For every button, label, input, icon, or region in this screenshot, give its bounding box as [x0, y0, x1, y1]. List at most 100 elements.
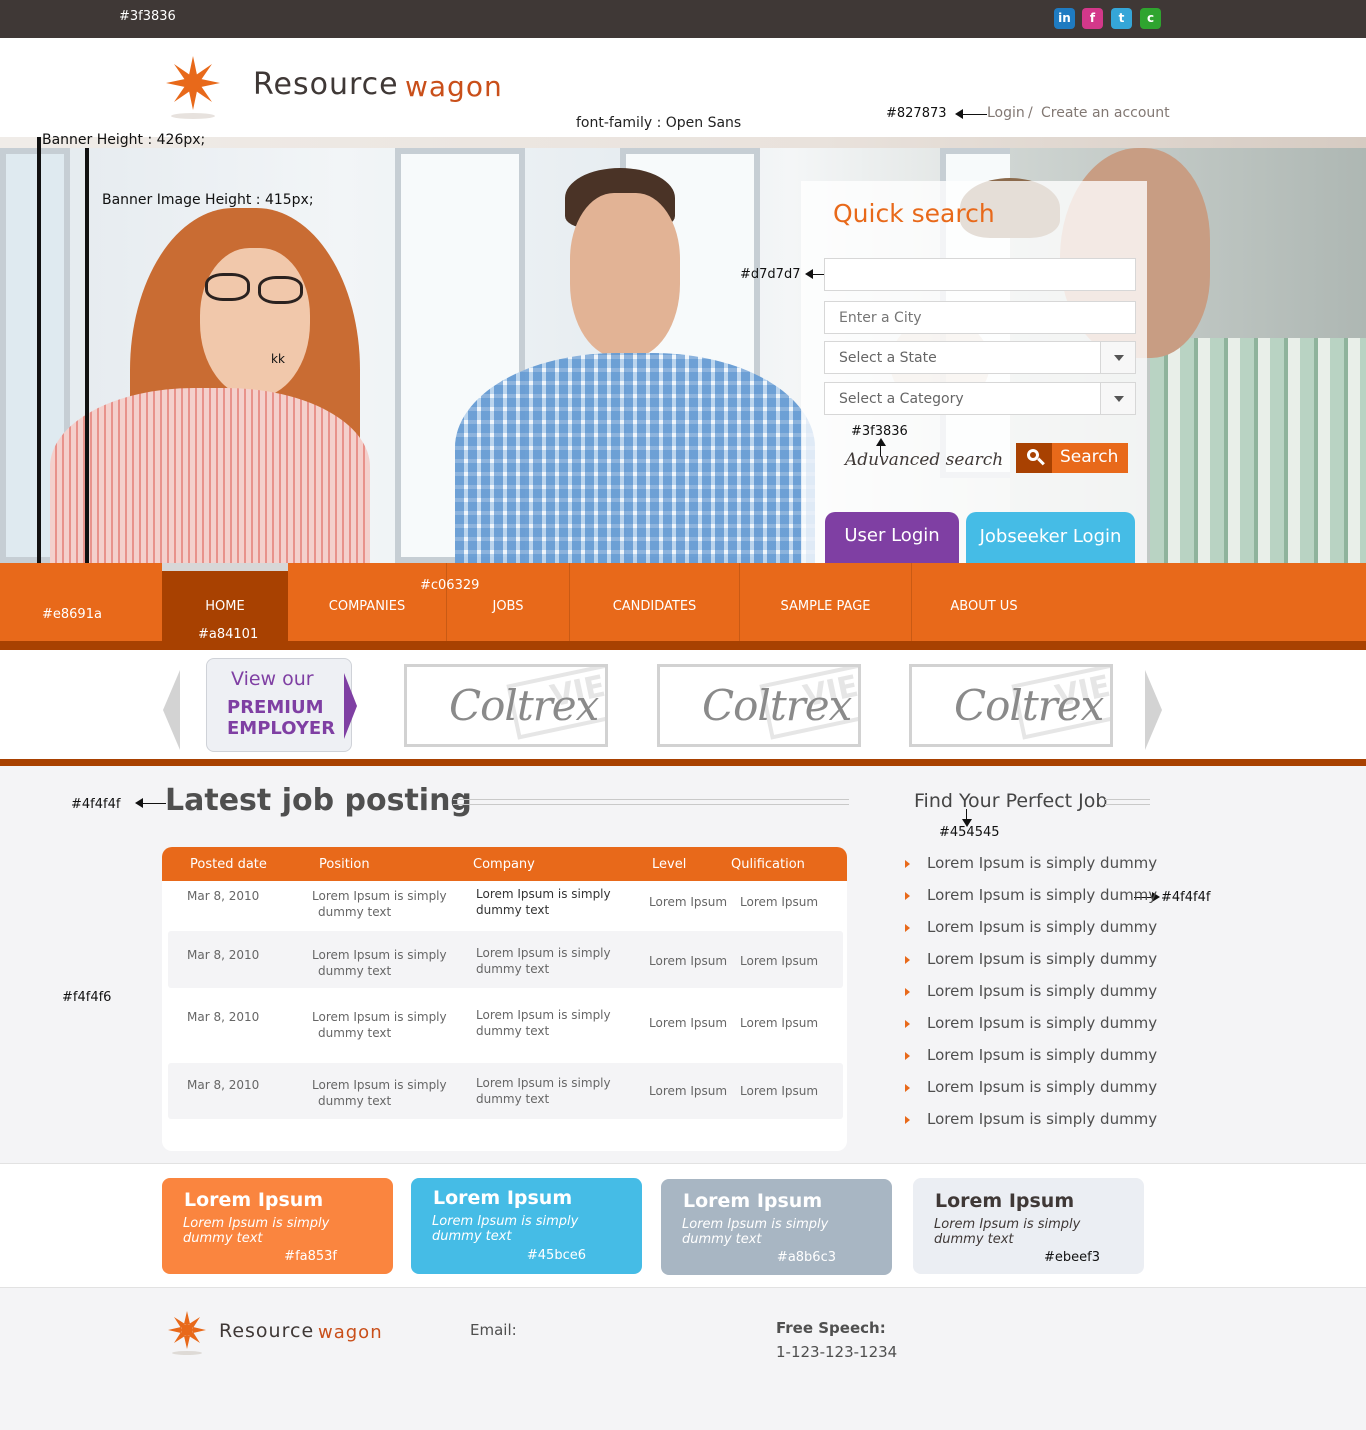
banner-woman-shirt: [50, 388, 370, 563]
premium-arrow-icon: [344, 673, 357, 739]
latest-job-posting-title: Latest job posting: [165, 783, 472, 818]
jobseeker-login-tab[interactable]: Jobseeker Login: [966, 512, 1135, 563]
find-job-link[interactable]: Lorem Ipsum is simply dummy: [927, 854, 1157, 872]
nav-item-jobs[interactable]: JOBS: [447, 563, 570, 641]
cell-company: Lorem Ipsum is simply: [476, 1076, 611, 1090]
category-select-value: Select a Category: [839, 391, 964, 407]
bullet-arrow-icon: [905, 956, 910, 964]
column-header[interactable]: Level: [652, 857, 686, 872]
bullet-arrow-icon: [905, 988, 910, 996]
carousel-next-icon[interactable]: [1145, 670, 1162, 750]
cell-company: Lorem Ipsum is simply: [476, 946, 611, 960]
employer-logo-name: Coltrex: [954, 681, 1104, 730]
chat-icon[interactable]: c: [1140, 8, 1161, 29]
column-header[interactable]: Qulification: [731, 857, 805, 872]
footer-logo-flower-icon[interactable]: [164, 1308, 210, 1358]
nav-item-companies[interactable]: COMPANIES: [288, 563, 447, 641]
banner-man-shirt-pattern: [455, 353, 815, 563]
search-button[interactable]: Search: [1016, 443, 1128, 473]
user-login-tab[interactable]: User Login: [825, 512, 959, 563]
nav-bottom-border: [0, 641, 1366, 650]
state-select[interactable]: Select a State: [824, 341, 1136, 374]
title-divider: [453, 799, 849, 805]
find-job-link[interactable]: Lorem Ipsum is simply dummy: [927, 1078, 1157, 1096]
logo-text-resource[interactable]: Resource: [253, 67, 399, 102]
banner-woman-glasses: [205, 273, 250, 301]
logo-flower-icon[interactable]: [160, 52, 226, 122]
employer-logo-card[interactable]: VIE Coltrex: [657, 664, 861, 747]
cell-position: Lorem Ipsum is simply: [312, 1010, 447, 1024]
feature-card[interactable]: Lorem Ipsum Lorem Ipsum is simply dummy t…: [411, 1178, 642, 1274]
bullet-arrow-icon: [905, 924, 910, 932]
feature-card[interactable]: Lorem Ipsum Lorem Ipsum is simply dummy t…: [913, 1178, 1144, 1274]
employer-logo-name: Coltrex: [702, 681, 852, 730]
find-job-link[interactable]: Lorem Ipsum is simply dummy: [927, 1110, 1157, 1128]
column-header[interactable]: Company: [473, 857, 535, 872]
chevron-down-icon[interactable]: [1100, 342, 1135, 373]
nav-item-about-us[interactable]: ABOUT US: [912, 563, 1056, 641]
find-job-link[interactable]: Lorem Ipsum is simply dummy: [927, 1014, 1157, 1032]
category-select[interactable]: Select a Category: [824, 382, 1136, 415]
banner-image-height-note: Banner Image Height : 415px;: [102, 192, 314, 208]
find-job-link[interactable]: Lorem Ipsum is simply dummy: [927, 886, 1157, 904]
carousel-prev-icon[interactable]: [163, 670, 180, 750]
cell-qualification: Lorem Ipsum: [740, 954, 819, 968]
arrow-line: [142, 803, 166, 804]
facebook-icon[interactable]: f: [1082, 8, 1103, 29]
nav-item-sample-page[interactable]: SAMPLE PAGE: [740, 563, 912, 641]
cell-level: Lorem Ipsum: [649, 1016, 728, 1030]
footer-logo-text-wagon[interactable]: wagon: [318, 1322, 383, 1343]
city-input[interactable]: [824, 301, 1136, 334]
feature-card-desc: Lorem Ipsum is simply dummy text: [183, 1216, 330, 1246]
field-color-note: #d7d7d7: [740, 267, 801, 282]
cell-qualification: Lorem Ipsum: [740, 1084, 819, 1098]
find-job-title: Find Your Perfect Job: [914, 790, 1108, 812]
login-link[interactable]: Login: [987, 105, 1025, 121]
advanced-search-link[interactable]: Aduvanced search: [845, 450, 1003, 470]
bullet-arrow-icon: [905, 860, 910, 868]
find-job-link[interactable]: Lorem Ipsum is simply dummy: [927, 950, 1157, 968]
employer-logo-card[interactable]: VIE Coltrex: [404, 664, 608, 747]
nav-active-color-note: #a84101: [198, 627, 259, 642]
find-job-link[interactable]: Lorem Ipsum is simply dummy: [927, 1046, 1157, 1064]
topbar-color-note: #3f3836: [119, 9, 176, 24]
feature-card-title: Lorem Ipsum: [184, 1189, 324, 1211]
banner-person-shirt: [1150, 338, 1366, 563]
feature-card-desc: Lorem Ipsum is simply dummy text: [432, 1214, 579, 1244]
link-color-note: #827873: [886, 106, 947, 121]
footer-logo-text-resource[interactable]: Resource: [219, 1320, 314, 1342]
cell-position: dummy text: [318, 1094, 392, 1108]
keyword-input[interactable]: [824, 258, 1136, 291]
cell-position: Lorem Ipsum is simply: [312, 948, 447, 962]
search-button-label: Search: [1060, 447, 1119, 467]
feature-card[interactable]: Lorem Ipsum Lorem Ipsum is simply dummy t…: [162, 1178, 393, 1274]
feature-card-desc: Lorem Ipsum is simply dummy text: [682, 1217, 829, 1247]
linkedin-icon[interactable]: in: [1054, 8, 1075, 29]
link-separator: /: [1028, 105, 1033, 121]
feature-card[interactable]: Lorem Ipsum Lorem Ipsum is simply dummy t…: [661, 1179, 892, 1275]
background-color-note: #f4f4f6: [62, 990, 112, 1005]
hero-banner-image: [0, 148, 1366, 563]
column-header[interactable]: Posted date: [190, 857, 267, 872]
column-header[interactable]: Position: [319, 857, 370, 872]
employer-logo-card[interactable]: VIE Coltrex: [909, 664, 1113, 747]
cell-company: Lorem Ipsum is simply: [476, 887, 611, 901]
cell-date: Mar 8, 2010: [187, 948, 260, 962]
footer-phone[interactable]: 1-123-123-1234: [776, 1343, 897, 1361]
list-color-note: #4f4f4f: [1161, 890, 1211, 905]
feature-card-hex: #45bce6: [526, 1248, 586, 1263]
nav-item-candidates[interactable]: CANDIDATES: [570, 563, 740, 641]
twitter-icon[interactable]: t: [1111, 8, 1132, 29]
cell-date: Mar 8, 2010: [187, 1010, 260, 1024]
find-job-link[interactable]: Lorem Ipsum is simply dummy: [927, 918, 1157, 936]
feature-card-title: Lorem Ipsum: [683, 1190, 823, 1212]
banner-image-height-marker: [85, 148, 89, 563]
find-job-link[interactable]: Lorem Ipsum is simply dummy: [927, 982, 1157, 1000]
logo-text-wagon[interactable]: wagon: [405, 70, 503, 103]
chevron-down-icon[interactable]: [1100, 383, 1135, 414]
feature-card-hex: #ebeef3: [1044, 1250, 1100, 1265]
stray-text: kk: [271, 352, 285, 366]
cell-position: dummy text: [318, 964, 392, 978]
create-account-link[interactable]: Create an account: [1041, 105, 1170, 121]
cell-company: dummy text: [476, 1024, 550, 1038]
